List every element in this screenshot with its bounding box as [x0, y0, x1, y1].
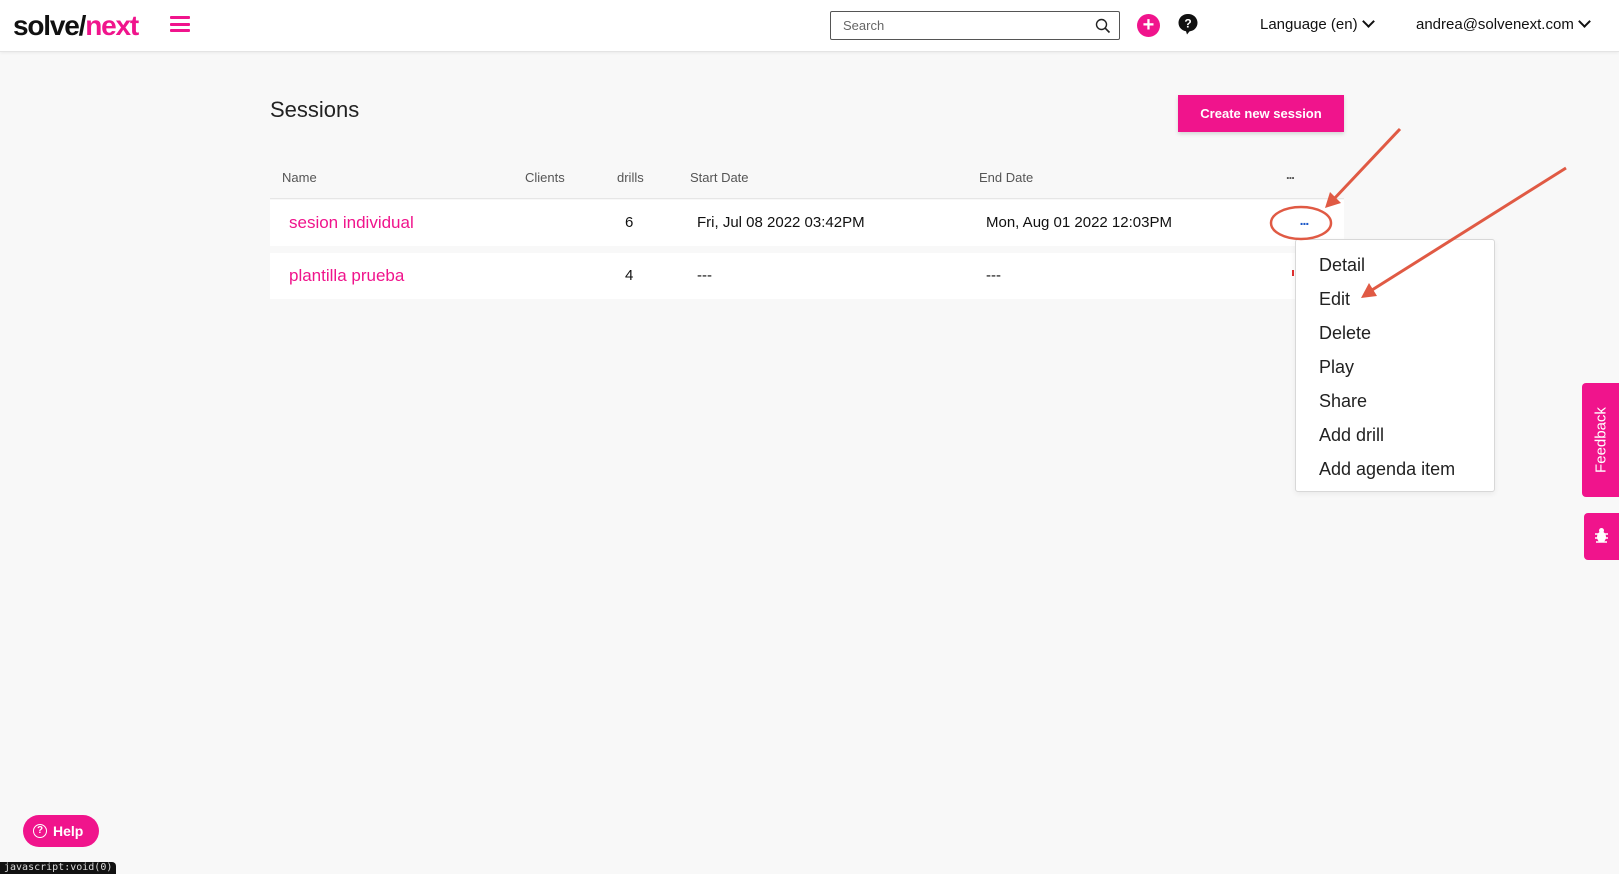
drills-count: 4: [625, 267, 634, 284]
menu-item-delete[interactable]: Delete: [1296, 319, 1494, 353]
help-button[interactable]: ? Help: [23, 815, 99, 847]
session-name-link[interactable]: plantilla prueba: [289, 266, 404, 286]
menu-item-detail[interactable]: Detail: [1296, 251, 1494, 285]
help-question-icon[interactable]: ?: [1177, 13, 1199, 35]
column-header-actions: ...: [1286, 167, 1295, 182]
drills-count: 6: [625, 214, 634, 231]
feedback-tab[interactable]: Feedback: [1582, 383, 1619, 497]
start-date: Fri, Jul 08 2022 03:42PM: [697, 214, 865, 231]
table-row: sesion individual 6 Fri, Jul 08 2022 03:…: [270, 200, 1344, 246]
column-header-name[interactable]: Name: [282, 170, 317, 186]
bug-icon: [1595, 528, 1608, 543]
language-label: Language (en): [1260, 16, 1358, 33]
column-header-start-date[interactable]: Start Date: [690, 170, 749, 186]
row-actions-dropdown-menu: Detail Edit Delete Play Share Add drill …: [1295, 239, 1495, 492]
browser-status-bar: javascript:void(0): [0, 862, 117, 874]
column-header-clients[interactable]: Clients: [525, 170, 565, 186]
language-dropdown[interactable]: Language (en): [1260, 15, 1375, 35]
user-email: andrea@solvenext.com: [1416, 16, 1574, 33]
column-header-end-date[interactable]: End Date: [979, 170, 1033, 186]
user-menu-dropdown[interactable]: andrea@solvenext.com: [1416, 15, 1591, 35]
column-header-drills[interactable]: drills: [617, 170, 644, 186]
help-label: Help: [53, 823, 84, 839]
start-date: ---: [697, 267, 712, 284]
menu-item-add-agenda-item[interactable]: Add agenda item: [1296, 455, 1494, 489]
create-new-session-button[interactable]: Create new session: [1178, 95, 1344, 132]
search-icon[interactable]: [1095, 18, 1111, 34]
help-circle-icon: ?: [33, 824, 47, 838]
add-new-button[interactable]: +: [1137, 14, 1160, 37]
logo-text-solve: solve/: [13, 10, 86, 41]
menu-item-play[interactable]: Play: [1296, 353, 1494, 387]
search-box: [830, 11, 1120, 40]
table-row: plantilla prueba 4 --- ---: [270, 253, 1344, 299]
solvenext-logo[interactable]: solve/next: [13, 9, 139, 43]
chevron-down-icon: [1361, 15, 1375, 28]
top-navbar: solve/next + ? Language (en) andrea@solv…: [0, 0, 1619, 52]
session-name-link[interactable]: sesion individual: [289, 213, 414, 233]
hamburger-menu-icon[interactable]: [170, 16, 190, 32]
menu-item-add-drill[interactable]: Add drill: [1296, 421, 1494, 455]
feedback-label: Feedback: [1592, 407, 1609, 473]
annotation-arrow-to-dots: [1331, 127, 1402, 202]
menu-item-edit[interactable]: Edit: [1296, 285, 1494, 319]
row-actions-more-icon[interactable]: ...: [1292, 212, 1316, 232]
chevron-down-icon: [1577, 15, 1591, 28]
logo-text-next: next: [85, 10, 139, 41]
menu-item-share[interactable]: Share: [1296, 387, 1494, 421]
row-actions-partial-icon[interactable]: [1292, 270, 1294, 276]
search-input[interactable]: [831, 12, 1081, 39]
svg-text:?: ?: [1184, 17, 1191, 31]
end-date: ---: [986, 267, 1001, 284]
table-header-divider: [270, 198, 1344, 199]
end-date: Mon, Aug 01 2022 12:03PM: [986, 214, 1172, 231]
bug-report-tab[interactable]: [1584, 513, 1619, 560]
page-title: Sessions: [270, 97, 360, 122]
